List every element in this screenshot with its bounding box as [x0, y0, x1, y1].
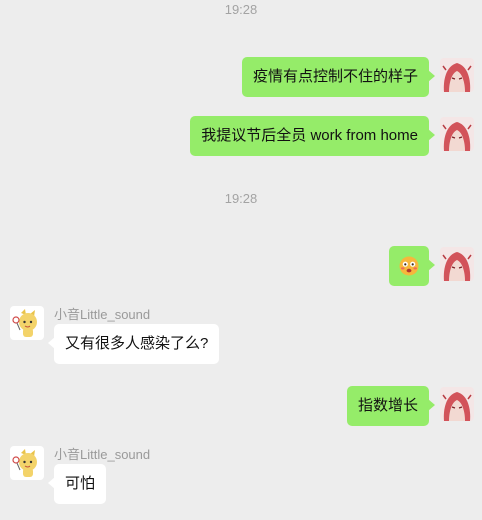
contact-avatar[interactable]: [10, 446, 44, 480]
own-avatar-image: [440, 247, 474, 281]
contact-avatar-image: [10, 306, 44, 340]
sender-name: 小音Little_sound: [54, 447, 151, 462]
own-avatar-image: [440, 387, 474, 421]
contact-avatar-image: [10, 446, 44, 480]
message-text: 疫情有点控制不住的样子: [252, 68, 418, 85]
message-text: 又有很多人感染了么?: [65, 335, 209, 352]
timestamp: 19:28: [224, 191, 258, 206]
own-avatar-image: [440, 117, 474, 151]
own-avatar[interactable]: [440, 387, 474, 421]
message-text: 可怕: [65, 475, 96, 492]
own-avatar[interactable]: [440, 247, 474, 281]
own-message-bubble[interactable]: [389, 246, 435, 286]
own-message-bubble[interactable]: 我提议节后全员 work from home: [190, 116, 435, 156]
own-avatar[interactable]: [440, 58, 474, 92]
own-avatar-image: [440, 58, 474, 92]
contact-message-bubble[interactable]: 可怕: [47, 464, 107, 504]
message-text: 指数增长: [357, 397, 418, 414]
contact-message-bubble[interactable]: 又有很多人感染了么?: [47, 324, 220, 364]
contact-avatar[interactable]: [10, 306, 44, 340]
own-avatar[interactable]: [440, 117, 474, 151]
timestamp: 19:28: [224, 2, 258, 17]
own-message-bubble[interactable]: 疫情有点控制不住的样子: [241, 57, 436, 97]
sender-name: 小音Little_sound: [54, 307, 151, 322]
message-text: 我提议节后全员 work from home: [201, 127, 418, 144]
own-message-bubble[interactable]: 指数增长: [346, 386, 436, 426]
flushed-face-emoji: [399, 256, 419, 276]
